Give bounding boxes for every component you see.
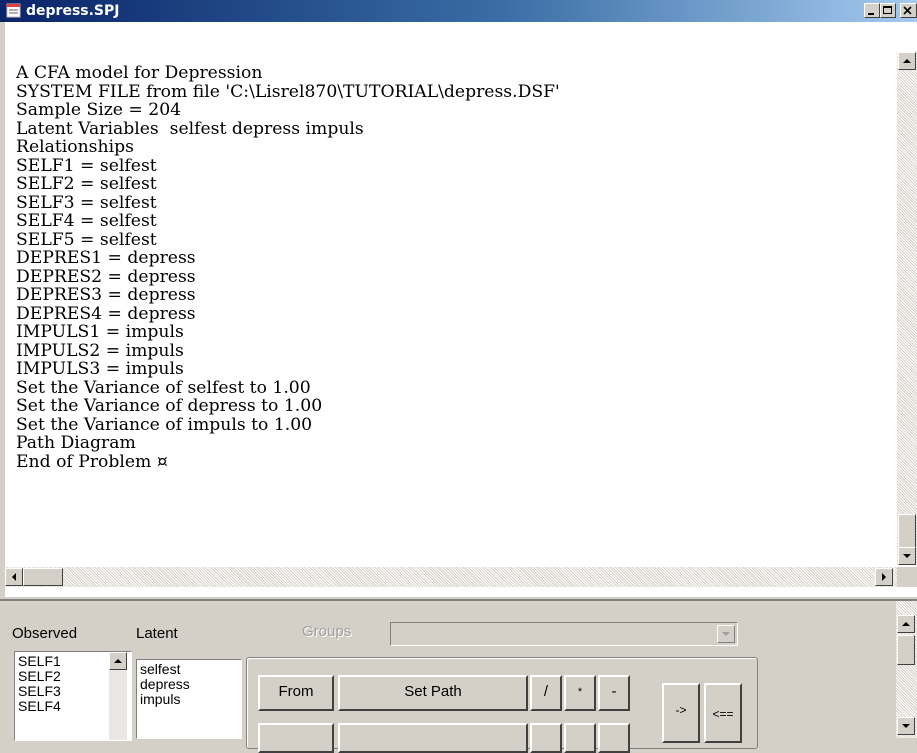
window-title: depress.SPJ bbox=[26, 3, 120, 19]
code-line[interactable]: DEPRES4 = depress bbox=[16, 304, 560, 324]
code-line[interactable]: SELF4 = selfest bbox=[16, 212, 560, 231]
arrow-left-button[interactable]: <== bbox=[704, 683, 742, 743]
editor-horizontal-scrollbar[interactable] bbox=[5, 567, 897, 587]
set-path-button[interactable]: Set Path bbox=[338, 675, 528, 711]
code-line[interactable]: Set the Variance of selfest to 1.00 bbox=[16, 378, 560, 398]
code-line[interactable]: SELF1 = selfest bbox=[16, 156, 560, 176]
second-row-button-2[interactable] bbox=[338, 723, 528, 753]
scroll-right-button[interactable] bbox=[875, 568, 893, 586]
code-line[interactable]: SYSTEM FILE from file 'C:\Lisrel870\TUTO… bbox=[16, 82, 560, 102]
scroll-thumb[interactable] bbox=[898, 514, 916, 548]
code-line[interactable]: IMPULS3 = impuls bbox=[16, 360, 560, 379]
list-item[interactable]: selfest bbox=[140, 662, 238, 677]
list-item[interactable]: impuls bbox=[140, 692, 238, 707]
code-line[interactable]: Path Diagram bbox=[16, 434, 560, 453]
scroll-up-button[interactable] bbox=[898, 52, 916, 70]
chevron-down-icon[interactable] bbox=[717, 625, 735, 643]
second-row-button-1[interactable] bbox=[258, 723, 334, 753]
list-scroll-up-button[interactable] bbox=[109, 652, 127, 670]
code-line[interactable]: Sample Size = 204 bbox=[16, 101, 560, 120]
editor-vertical-scrollbar[interactable] bbox=[897, 52, 917, 565]
second-row-button-4[interactable] bbox=[564, 723, 596, 753]
code-line[interactable]: IMPULS1 = impuls bbox=[16, 323, 560, 342]
star-button[interactable]: * bbox=[564, 675, 596, 711]
panel-scroll-down-button[interactable] bbox=[897, 717, 915, 735]
scroll-down-button[interactable] bbox=[898, 547, 916, 565]
from-button[interactable]: From bbox=[258, 675, 334, 711]
latent-variables-list[interactable]: selfest depress impuls bbox=[136, 659, 242, 739]
close-button[interactable] bbox=[900, 3, 917, 18]
code-line[interactable]: SELF3 = selfest bbox=[16, 193, 560, 213]
code-line[interactable]: Relationships bbox=[16, 138, 560, 157]
scroll-left-button[interactable] bbox=[5, 568, 23, 586]
groups-label: Groups bbox=[302, 623, 352, 640]
syntax-editor[interactable]: A CFA model for Depression SYSTEM FILE fr… bbox=[16, 64, 560, 471]
scrollbar-corner bbox=[897, 567, 917, 587]
panel-vertical-scrollbar[interactable] bbox=[896, 601, 917, 738]
panel-scroll-thumb[interactable] bbox=[897, 635, 915, 665]
minimize-button[interactable] bbox=[864, 3, 880, 18]
path-builder-panel: Observed Latent Groups SELF1 SELF2 SELF3… bbox=[0, 599, 917, 753]
maximize-button[interactable] bbox=[880, 3, 896, 18]
code-line[interactable]: Set the Variance of impuls to 1.00 bbox=[16, 415, 560, 435]
code-line[interactable]: IMPULS2 = impuls bbox=[16, 341, 560, 361]
panel-scroll-up-button[interactable] bbox=[897, 615, 915, 633]
code-line[interactable]: DEPRES3 = depress bbox=[16, 286, 560, 305]
code-line[interactable]: SELF5 = selfest bbox=[16, 230, 560, 250]
dash-button[interactable]: - bbox=[598, 675, 630, 711]
code-line[interactable]: DEPRES1 = depress bbox=[16, 249, 560, 268]
code-line[interactable]: Latent Variables selfest depress impuls bbox=[16, 119, 560, 139]
code-line[interactable]: SELF2 = selfest bbox=[16, 175, 560, 194]
title-bar[interactable]: depress.SPJ bbox=[0, 0, 917, 22]
slash-button[interactable]: / bbox=[530, 675, 562, 711]
latent-label: Latent bbox=[136, 625, 178, 642]
groups-dropdown[interactable] bbox=[390, 622, 738, 646]
code-line[interactable]: DEPRES2 = depress bbox=[16, 267, 560, 287]
second-row-button-3[interactable] bbox=[530, 723, 562, 753]
horizontal-scroll-thumb[interactable] bbox=[23, 568, 63, 586]
observed-label: Observed bbox=[12, 625, 78, 642]
observed-variables-list[interactable]: SELF1 SELF2 SELF3 SELF4 bbox=[14, 651, 132, 741]
code-line[interactable]: A CFA model for Depression bbox=[16, 64, 560, 83]
arrow-right-button[interactable]: -> bbox=[662, 683, 700, 743]
document-icon bbox=[6, 3, 21, 18]
code-line[interactable]: Set the Variance of depress to 1.00 bbox=[16, 397, 560, 416]
code-line[interactable]: End of Problem ¤ bbox=[16, 452, 560, 472]
second-row-button-5[interactable] bbox=[598, 723, 630, 753]
list-scrollbar-track[interactable] bbox=[109, 670, 127, 740]
list-item[interactable]: depress bbox=[140, 677, 238, 692]
